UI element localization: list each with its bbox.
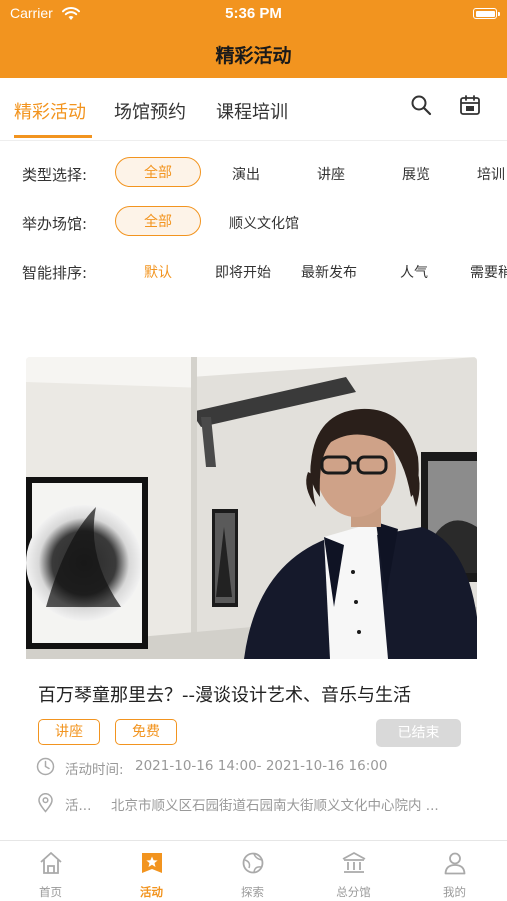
bottom-nav-home[interactable]: 首页 (0, 841, 101, 901)
active-tab-indicator (14, 135, 92, 138)
tab-events[interactable]: 精彩活动 (14, 98, 86, 124)
user-icon (442, 850, 468, 880)
explore-icon (240, 850, 266, 880)
bottom-nav-profile[interactable]: 我的 (404, 841, 505, 901)
tag-lecture: 讲座 (38, 719, 100, 745)
clock-icon (36, 757, 55, 780)
sort-filter-label: 智能排序: (22, 264, 88, 282)
bottom-nav-explore-label: 探索 (241, 885, 264, 899)
event-time-label: 活动时间: (65, 762, 124, 778)
tab-bar: 精彩活动 场馆预约 课程培训 (0, 78, 507, 141)
type-filter-label: 类型选择: (22, 166, 88, 184)
home-icon (38, 850, 64, 880)
battery-icon (473, 8, 500, 19)
status-bar: Carrier 5:36 PM (0, 0, 507, 28)
sort-filter-row: 智能排序: 默认 即将开始 最新发布 人气 需要稍 (0, 255, 507, 291)
venue-chip-all[interactable]: 全部 (115, 206, 201, 236)
venue-chip-shunyi[interactable]: 顺义文化馆 (224, 213, 304, 233)
nav-bar: 精彩活动 (0, 28, 507, 78)
sort-chip-latest[interactable]: 最新发布 (292, 262, 366, 282)
tag-free: 免费 (115, 719, 177, 745)
type-chip-performance[interactable]: 演出 (216, 164, 276, 184)
location-pin-icon (36, 792, 55, 817)
bottom-nav-branches[interactable]: 总分馆 (303, 841, 404, 901)
event-time-value: 2021-10-16 14:00- 2021-10-16 16:00 (135, 758, 388, 774)
calendar-icon[interactable] (459, 94, 481, 120)
bottom-nav-events-label: 活动 (140, 885, 163, 899)
event-place-value: 北京市顺义区石园街道石园南大街顺义文化中心院内 ... (111, 798, 439, 814)
bottom-nav-branches-label: 总分馆 (336, 885, 371, 899)
event-place-label: 活... (65, 798, 92, 814)
type-chip-all[interactable]: 全部 (115, 157, 201, 187)
bottom-nav-home-label: 首页 (39, 885, 62, 899)
type-chip-lecture[interactable]: 讲座 (301, 164, 361, 184)
sort-chip-upcoming[interactable]: 即将开始 (206, 262, 280, 282)
type-chip-training[interactable]: 培训 (477, 164, 507, 184)
library-icon (341, 850, 367, 880)
type-chip-exhibition[interactable]: 展览 (386, 164, 446, 184)
sort-chip-default[interactable]: 默认 (128, 262, 188, 282)
search-icon[interactable] (410, 94, 432, 120)
sort-chip-registration[interactable]: 需要稍 (470, 262, 507, 282)
venue-filter-label: 举办场馆: (22, 215, 88, 233)
status-badge: 已结束 (376, 719, 461, 747)
venue-filter-row: 举办场馆: 全部 顺义文化馆 (0, 206, 507, 242)
bottom-nav-events[interactable]: 活动 (101, 841, 202, 901)
page-title: 精彩活动 (215, 45, 292, 67)
star-icon (139, 850, 165, 880)
event-cover-image[interactable] (26, 357, 477, 659)
event-time-row: 活动时间: 2021-10-16 14:00- 2021-10-16 16:00 (36, 757, 476, 780)
bottom-nav-explore[interactable]: 探索 (202, 841, 303, 901)
tab-venue-booking[interactable]: 场馆预约 (114, 98, 186, 124)
bottom-nav-profile-label: 我的 (443, 885, 466, 899)
bottom-nav: 首页 活动 探索 总分馆 我的 (0, 840, 507, 901)
type-filter-row: 类型选择: 全部 演出 讲座 展览 培训 (0, 157, 507, 193)
clock: 5:36 PM (225, 5, 282, 22)
sort-chip-popular[interactable]: 人气 (384, 262, 444, 282)
event-place-row: 活... 北京市顺义区石园街道石园南大街顺义文化中心院内 ... (36, 792, 476, 814)
event-title[interactable]: 百万琴童那里去？--漫谈设计艺术、音乐与生活 (38, 681, 411, 707)
tab-courses[interactable]: 课程培训 (216, 98, 288, 124)
